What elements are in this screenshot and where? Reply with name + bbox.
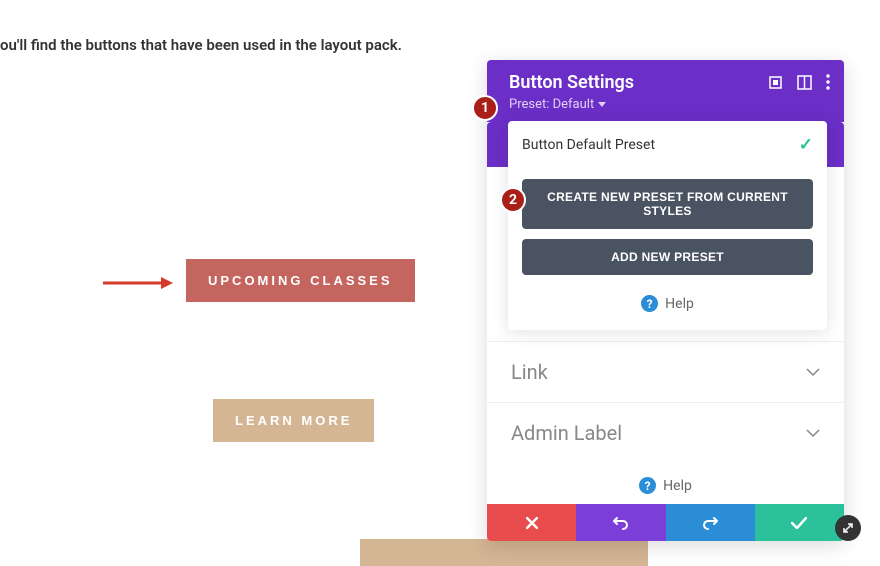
callout-badge-1: 1	[472, 95, 498, 121]
check-icon: ✓	[799, 135, 813, 155]
section-link-label: Link	[511, 360, 548, 384]
default-preset-label: Button Default Preset	[522, 137, 655, 153]
preset-dropdown: Button Default Preset ✓ CREATE NEW PRESE…	[508, 121, 827, 330]
panel-footer	[487, 504, 844, 541]
help-icon: ?	[641, 295, 658, 312]
preset-dropdown-toggle[interactable]: Preset: Default	[509, 97, 606, 112]
default-preset-row[interactable]: Button Default Preset ✓	[522, 135, 813, 173]
partial-button-bar	[360, 539, 648, 566]
section-admin-label[interactable]: Admin Label	[487, 402, 844, 463]
add-new-preset-button[interactable]: ADD NEW PRESET	[522, 239, 813, 275]
help-icon: ?	[639, 477, 656, 494]
resize-handle[interactable]	[835, 515, 861, 541]
resize-icon	[841, 521, 855, 535]
preset-label: Preset: Default	[509, 97, 594, 112]
caret-down-icon	[598, 102, 606, 107]
section-link[interactable]: Link	[487, 342, 844, 402]
undo-button[interactable]	[576, 504, 665, 541]
redo-icon	[702, 516, 718, 530]
upcoming-classes-button[interactable]: UPCOMING CLASSES	[186, 259, 415, 302]
close-icon	[526, 517, 538, 529]
help-row-bottom[interactable]: ? Help	[487, 463, 844, 504]
help-label: Help	[663, 478, 692, 494]
help-label: Help	[665, 296, 694, 312]
cancel-button[interactable]	[487, 504, 576, 541]
section-admin-label-text: Admin Label	[511, 421, 622, 445]
page-description: ou'll find the buttons that have been us…	[0, 36, 402, 54]
create-new-preset-button[interactable]: CREATE NEW PRESET FROM CURRENT STYLES	[522, 179, 813, 229]
more-icon[interactable]	[826, 74, 830, 90]
help-row[interactable]: ? Help	[522, 295, 813, 312]
button-settings-panel: Button Settings Preset: Default	[487, 60, 844, 541]
undo-icon	[613, 516, 629, 530]
pointer-arrow	[103, 276, 175, 290]
expand-icon[interactable]	[768, 75, 783, 90]
callout-badge-2: 2	[500, 187, 526, 213]
check-icon	[791, 517, 807, 529]
save-button[interactable]	[755, 504, 844, 541]
chevron-down-icon	[806, 368, 820, 376]
columns-icon[interactable]	[797, 75, 812, 90]
redo-button[interactable]	[666, 504, 755, 541]
chevron-down-icon	[806, 429, 820, 437]
learn-more-button[interactable]: LEARN MORE	[213, 399, 374, 442]
panel-header: Button Settings Preset: Default	[487, 60, 844, 122]
